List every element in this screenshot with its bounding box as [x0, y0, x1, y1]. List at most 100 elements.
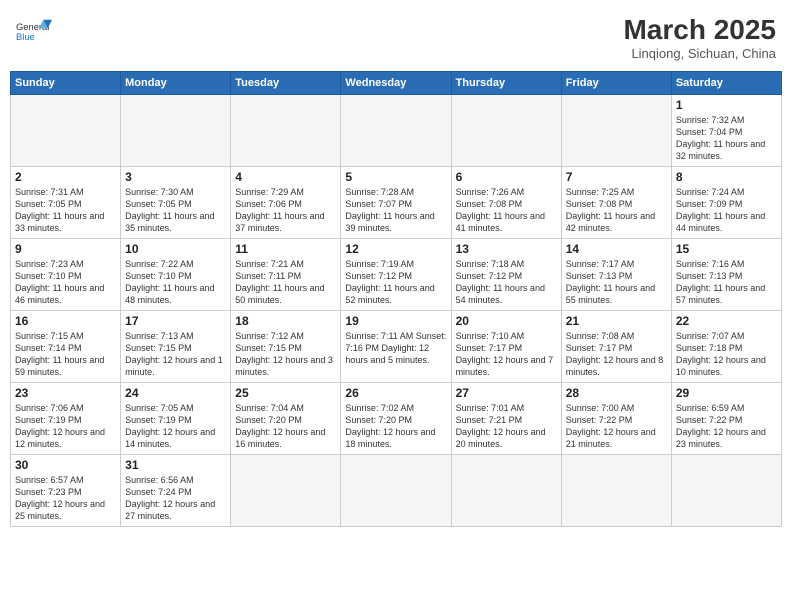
day-cell [231, 95, 341, 167]
title-block: March 2025 Linqiong, Sichuan, China [623, 14, 776, 61]
day-cell: 20 Sunrise: 7:10 AM Sunset: 7:17 PM Dayli… [451, 311, 561, 383]
day-number: 6 [456, 170, 557, 184]
day-info: Sunrise: 7:10 AM Sunset: 7:17 PM Dayligh… [456, 330, 557, 379]
day-cell [11, 95, 121, 167]
day-info: Sunrise: 7:29 AM Sunset: 7:06 PM Dayligh… [235, 186, 336, 235]
day-info: Sunrise: 7:31 AM Sunset: 7:05 PM Dayligh… [15, 186, 116, 235]
day-info: Sunrise: 7:28 AM Sunset: 7:07 PM Dayligh… [345, 186, 446, 235]
day-cell: 21 Sunrise: 7:08 AM Sunset: 7:17 PM Dayli… [561, 311, 671, 383]
day-number: 3 [125, 170, 226, 184]
day-cell: 30 Sunrise: 6:57 AM Sunset: 7:23 PM Dayli… [11, 455, 121, 527]
day-cell: 24 Sunrise: 7:05 AM Sunset: 7:19 PM Dayli… [121, 383, 231, 455]
logo-icon: General Blue [16, 14, 52, 50]
day-number: 4 [235, 170, 336, 184]
day-cell: 3Sunrise: 7:30 AM Sunset: 7:05 PM Daylig… [121, 167, 231, 239]
day-info: Sunrise: 7:22 AM Sunset: 7:10 PM Dayligh… [125, 258, 226, 307]
week-row-6: 30 Sunrise: 6:57 AM Sunset: 7:23 PM Dayli… [11, 455, 782, 527]
day-cell: 2 Sunrise: 7:31 AM Sunset: 7:05 PM Daylig… [11, 167, 121, 239]
day-info: Sunrise: 7:16 AM Sunset: 7:13 PM Dayligh… [676, 258, 777, 307]
page: General Blue March 2025 Linqiong, Sichua… [0, 0, 792, 612]
day-cell: 1Sunrise: 7:32 AM Sunset: 7:04 PM Daylig… [671, 95, 781, 167]
day-number: 17 [125, 314, 226, 328]
day-info: Sunrise: 7:01 AM Sunset: 7:21 PM Dayligh… [456, 402, 557, 451]
day-info: Sunrise: 7:25 AM Sunset: 7:08 PM Dayligh… [566, 186, 667, 235]
day-number: 8 [676, 170, 777, 184]
day-cell [561, 95, 671, 167]
week-row-2: 2 Sunrise: 7:31 AM Sunset: 7:05 PM Daylig… [11, 167, 782, 239]
day-number: 1 [676, 98, 777, 112]
day-cell: 12Sunrise: 7:19 AM Sunset: 7:12 PM Dayli… [341, 239, 451, 311]
day-info: Sunrise: 7:02 AM Sunset: 7:20 PM Dayligh… [345, 402, 446, 451]
day-info: Sunrise: 7:05 AM Sunset: 7:19 PM Dayligh… [125, 402, 226, 451]
day-number: 19 [345, 314, 446, 328]
day-cell [121, 95, 231, 167]
day-number: 7 [566, 170, 667, 184]
day-number: 29 [676, 386, 777, 400]
day-info: Sunrise: 7:26 AM Sunset: 7:08 PM Dayligh… [456, 186, 557, 235]
days-header-row: SundayMondayTuesdayWednesdayThursdayFrid… [11, 72, 782, 95]
day-number: 21 [566, 314, 667, 328]
day-number: 20 [456, 314, 557, 328]
day-cell: 18 Sunrise: 7:12 AM Sunset: 7:15 PM Dayli… [231, 311, 341, 383]
day-cell: 17 Sunrise: 7:13 AM Sunset: 7:15 PM Dayli… [121, 311, 231, 383]
day-info: Sunrise: 7:07 AM Sunset: 7:18 PM Dayligh… [676, 330, 777, 379]
day-cell: 6 Sunrise: 7:26 AM Sunset: 7:08 PM Daylig… [451, 167, 561, 239]
day-cell: 13 Sunrise: 7:18 AM Sunset: 7:12 PM Dayli… [451, 239, 561, 311]
day-cell: 9Sunrise: 7:23 AM Sunset: 7:10 PM Daylig… [11, 239, 121, 311]
day-header-monday: Monday [121, 72, 231, 95]
day-cell: 31 Sunrise: 6:56 AM Sunset: 7:24 PM Dayli… [121, 455, 231, 527]
day-number: 10 [125, 242, 226, 256]
day-cell: 29Sunrise: 6:59 AM Sunset: 7:22 PM Dayli… [671, 383, 781, 455]
day-cell [341, 455, 451, 527]
day-info: Sunrise: 6:56 AM Sunset: 7:24 PM Dayligh… [125, 474, 226, 523]
day-header-thursday: Thursday [451, 72, 561, 95]
day-cell [451, 455, 561, 527]
day-cell: 14Sunrise: 7:17 AM Sunset: 7:13 PM Dayli… [561, 239, 671, 311]
calendar: SundayMondayTuesdayWednesdayThursdayFrid… [10, 71, 782, 527]
week-row-4: 16Sunrise: 7:15 AM Sunset: 7:14 PM Dayli… [11, 311, 782, 383]
day-info: Sunrise: 7:08 AM Sunset: 7:17 PM Dayligh… [566, 330, 667, 379]
day-info: Sunrise: 7:19 AM Sunset: 7:12 PM Dayligh… [345, 258, 446, 307]
day-info: Sunrise: 7:15 AM Sunset: 7:14 PM Dayligh… [15, 330, 116, 379]
day-info: Sunrise: 7:18 AM Sunset: 7:12 PM Dayligh… [456, 258, 557, 307]
svg-text:Blue: Blue [16, 32, 35, 42]
day-cell: 19 Sunrise: 7:11 AM Sunset: 7:16 PM Dayli… [341, 311, 451, 383]
week-row-1: 1Sunrise: 7:32 AM Sunset: 7:04 PM Daylig… [11, 95, 782, 167]
day-cell [561, 455, 671, 527]
day-cell: 16Sunrise: 7:15 AM Sunset: 7:14 PM Dayli… [11, 311, 121, 383]
location: Linqiong, Sichuan, China [623, 46, 776, 61]
header: General Blue March 2025 Linqiong, Sichua… [10, 10, 782, 65]
day-number: 30 [15, 458, 116, 472]
month-year: March 2025 [623, 14, 776, 46]
day-header-sunday: Sunday [11, 72, 121, 95]
day-cell: 5Sunrise: 7:28 AM Sunset: 7:07 PM Daylig… [341, 167, 451, 239]
day-cell [671, 455, 781, 527]
day-info: Sunrise: 7:11 AM Sunset: 7:16 PM Dayligh… [345, 330, 446, 366]
day-header-tuesday: Tuesday [231, 72, 341, 95]
day-number: 26 [345, 386, 446, 400]
day-number: 24 [125, 386, 226, 400]
day-cell: 4 Sunrise: 7:29 AM Sunset: 7:06 PM Daylig… [231, 167, 341, 239]
day-number: 14 [566, 242, 667, 256]
day-number: 2 [15, 170, 116, 184]
day-info: Sunrise: 7:06 AM Sunset: 7:19 PM Dayligh… [15, 402, 116, 451]
day-number: 18 [235, 314, 336, 328]
day-info: Sunrise: 7:23 AM Sunset: 7:10 PM Dayligh… [15, 258, 116, 307]
day-number: 25 [235, 386, 336, 400]
day-header-friday: Friday [561, 72, 671, 95]
day-info: Sunrise: 6:57 AM Sunset: 7:23 PM Dayligh… [15, 474, 116, 523]
day-header-wednesday: Wednesday [341, 72, 451, 95]
day-cell: 11Sunrise: 7:21 AM Sunset: 7:11 PM Dayli… [231, 239, 341, 311]
day-cell [231, 455, 341, 527]
day-number: 15 [676, 242, 777, 256]
day-info: Sunrise: 7:12 AM Sunset: 7:15 PM Dayligh… [235, 330, 336, 379]
day-cell: 23Sunrise: 7:06 AM Sunset: 7:19 PM Dayli… [11, 383, 121, 455]
day-number: 31 [125, 458, 226, 472]
day-number: 13 [456, 242, 557, 256]
day-cell [451, 95, 561, 167]
day-cell: 7 Sunrise: 7:25 AM Sunset: 7:08 PM Daylig… [561, 167, 671, 239]
day-cell: 25Sunrise: 7:04 AM Sunset: 7:20 PM Dayli… [231, 383, 341, 455]
day-info: Sunrise: 7:13 AM Sunset: 7:15 PM Dayligh… [125, 330, 226, 379]
day-cell: 10 Sunrise: 7:22 AM Sunset: 7:10 PM Dayli… [121, 239, 231, 311]
day-cell [341, 95, 451, 167]
